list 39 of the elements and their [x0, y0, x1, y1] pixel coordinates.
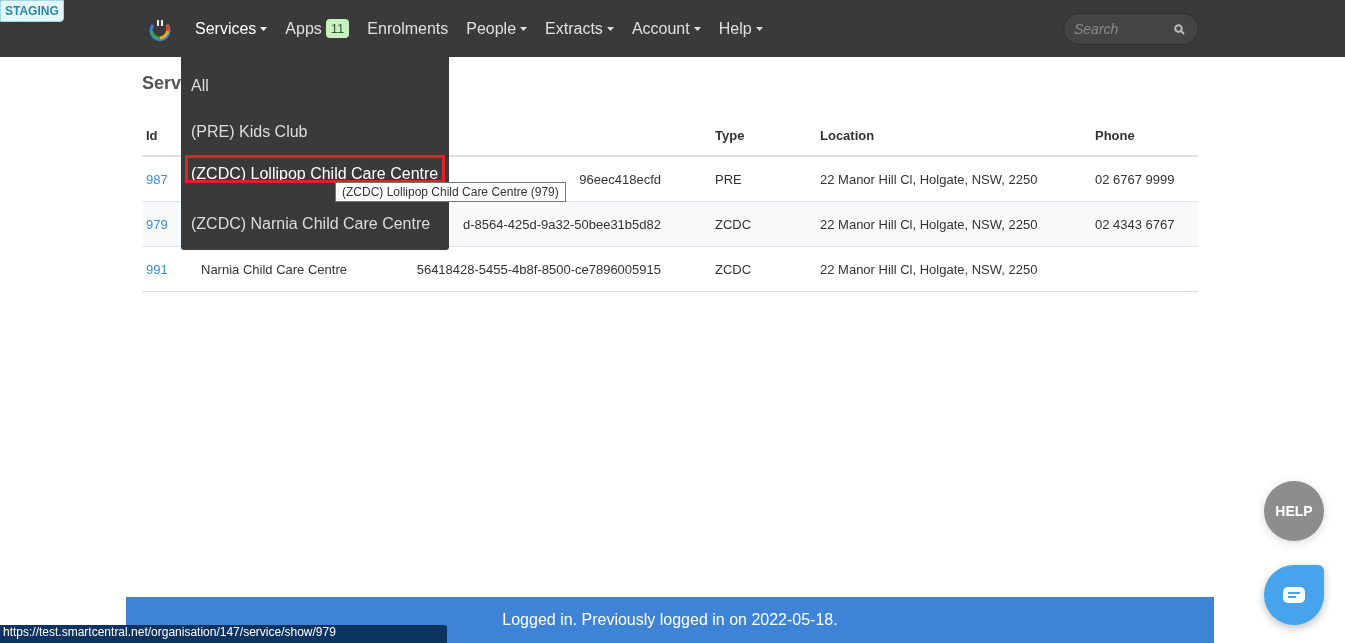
- nav-item[interactable]: Enrolments: [358, 0, 458, 57]
- table-cell: 56418428-5455-4b8f-8500-ce7896005915: [416, 261, 661, 277]
- chat-icon: [1283, 587, 1305, 603]
- table-cell: 96eec418ecfd: [579, 171, 661, 187]
- chat-button[interactable]: [1264, 565, 1324, 625]
- table-cell: PRE: [715, 171, 742, 187]
- table-cell: 22 Manor Hill Cl, Holgate, NSW, 2250: [820, 171, 1038, 187]
- table-cell: ZCDC: [715, 261, 752, 277]
- table-cell: 02 4343 6767: [1095, 216, 1175, 232]
- search-icon[interactable]: [1174, 23, 1185, 35]
- table-cell: 22 Manor Hill Cl, Holgate, NSW, 2250: [820, 216, 1038, 232]
- menu-item[interactable]: (ZCDC) Lollipop Child Care Centre: [185, 155, 445, 183]
- table-cell: 02 6767 9999: [1095, 171, 1175, 187]
- tooltip: (ZCDC) Lollipop Child Care Centre (979): [335, 182, 566, 202]
- nav-item[interactable]: Help: [709, 0, 772, 57]
- environment-badge: STAGING: [0, 0, 64, 22]
- page-title: Serv: [142, 73, 182, 94]
- menu-item[interactable]: All: [181, 63, 449, 109]
- nav-item[interactable]: Account: [622, 0, 710, 57]
- column-header: Location: [820, 128, 875, 143]
- menu-item[interactable]: (ZCDC) Narnia Child Care Centre: [181, 201, 449, 247]
- table-cell: d-8564-425d-9a32-50bee31b5d82: [462, 216, 661, 232]
- id-link[interactable]: 987: [146, 171, 168, 187]
- column-header: Phone: [1095, 128, 1135, 143]
- table-cell: Narnia Child Care Centre: [201, 261, 347, 277]
- column-header: Type: [715, 128, 745, 143]
- table-cell: 22 Manor Hill Cl, Holgate, NSW, 2250: [820, 261, 1038, 277]
- nav-item[interactable]: Apps 11: [276, 0, 359, 57]
- menu-item[interactable]: (PRE) Kids Club: [181, 109, 449, 155]
- id-link[interactable]: 991: [146, 261, 168, 277]
- status-url: https://test.smartcentral.net/organisation/147/service/show/979: [0, 625, 447, 643]
- footer-text: Logged in. Previously logged in on 2022-05-18.: [502, 611, 838, 629]
- nav-item[interactable]: Services: [186, 0, 277, 57]
- search-field[interactable]: Search: [1063, 12, 1199, 45]
- column-header: Id: [146, 128, 158, 143]
- nav-item[interactable]: People: [457, 0, 537, 57]
- table-cell: ZCDC: [715, 216, 752, 232]
- count-badge: 11: [325, 19, 350, 38]
- nav-item[interactable]: Extracts: [536, 0, 623, 57]
